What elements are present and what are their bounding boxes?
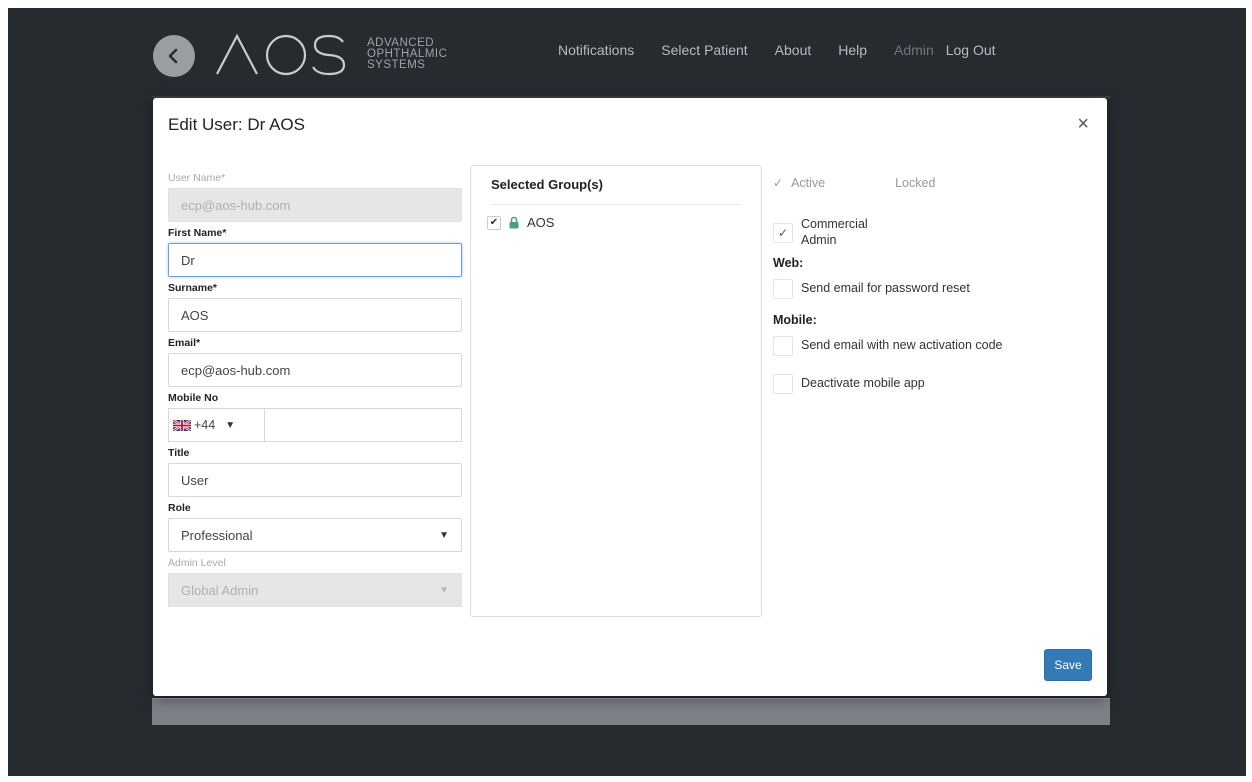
- admin-level-value: Global Admin: [181, 582, 259, 598]
- backdrop-panel: [152, 698, 1110, 725]
- first-name-field[interactable]: Dr: [168, 243, 462, 277]
- chevron-down-icon: ▼: [225, 419, 236, 431]
- chevron-down-icon: ▼: [439, 584, 449, 596]
- nav-notifications[interactable]: Notifications: [558, 42, 634, 58]
- first-name-label: First Name*: [168, 227, 227, 239]
- mobile-heading: Mobile:: [773, 313, 817, 327]
- logo-tagline: ADVANCED OPHTHALMIC SYSTEMS: [367, 36, 448, 71]
- role-value: Professional: [181, 527, 253, 543]
- status-row: ✓ Active Locked: [773, 176, 1093, 190]
- role-select[interactable]: Professional ▼: [168, 518, 462, 552]
- mobile-deactivate-label: Deactivate mobile app: [801, 376, 925, 390]
- surname-field[interactable]: AOS: [168, 298, 462, 332]
- active-checkbox[interactable]: ✓: [773, 176, 783, 190]
- role-label: Role: [168, 502, 191, 514]
- user-status-panel: ✓ Active Locked ✓ Commercial Admin Web: …: [773, 176, 1093, 394]
- nav-help[interactable]: Help: [838, 42, 867, 58]
- admin-level-select: Global Admin ▼: [168, 573, 462, 607]
- nav-admin[interactable]: Admin: [894, 42, 934, 58]
- username-label: User Name*: [168, 172, 226, 184]
- username-field: ecp@aos-hub.com: [168, 188, 462, 222]
- nav-select-patient[interactable]: Select Patient: [661, 42, 747, 58]
- close-icon[interactable]: ×: [1077, 114, 1089, 134]
- groups-heading: Selected Group(s): [491, 166, 741, 205]
- group-item[interactable]: ✔ AOS: [487, 215, 761, 230]
- group-checkbox[interactable]: ✔: [487, 215, 501, 230]
- user-details-form: User Name* ecp@aos-hub.com First Name* D…: [168, 170, 462, 610]
- nav-log-out[interactable]: Log Out: [946, 42, 996, 58]
- back-button[interactable]: [153, 35, 195, 77]
- chevron-left-icon: [168, 48, 178, 64]
- aos-logo: ADVANCED OPHTHALMIC SYSTEMS: [213, 26, 447, 82]
- chevron-down-icon: ▼: [439, 529, 449, 541]
- web-reset-option[interactable]: Send email for password reset: [773, 279, 1093, 299]
- mobile-activation-option[interactable]: Send email with new activation code: [773, 336, 1093, 356]
- locked-label[interactable]: Locked: [895, 176, 935, 190]
- mobile-number-input: +44 ▼: [168, 408, 462, 442]
- logo-tagline-line: SYSTEMS: [367, 58, 426, 71]
- web-reset-label: Send email for password reset: [801, 281, 970, 295]
- mobile-activation-checkbox[interactable]: [773, 336, 793, 356]
- surname-label: Surname*: [168, 282, 218, 294]
- commercial-admin-checkbox[interactable]: ✓: [773, 223, 793, 243]
- lock-icon: [509, 216, 519, 229]
- active-label: Active: [791, 176, 826, 190]
- web-heading: Web:: [773, 256, 804, 270]
- modal-title: Edit User: Dr AOS: [168, 115, 305, 134]
- mobile-number-field[interactable]: [264, 408, 462, 442]
- title-label: Title: [168, 447, 190, 459]
- web-reset-checkbox[interactable]: [773, 279, 793, 299]
- mobile-label: Mobile No: [168, 392, 219, 404]
- mobile-deactivate-checkbox[interactable]: [773, 374, 793, 394]
- group-label: AOS: [527, 215, 555, 230]
- email-label: Email*: [168, 337, 201, 349]
- commercial-admin-option[interactable]: ✓ Commercial Admin: [773, 216, 1093, 248]
- country-code-value: +44: [194, 418, 216, 432]
- uk-flag-icon: [173, 419, 191, 431]
- country-code-select[interactable]: +44 ▼: [168, 408, 264, 442]
- commercial-admin-label: Commercial Admin: [801, 217, 868, 247]
- mobile-deactivate-option[interactable]: Deactivate mobile app: [773, 374, 1093, 394]
- save-button[interactable]: Save: [1044, 649, 1092, 681]
- selected-groups-panel: Selected Group(s) ✔ AOS: [470, 165, 762, 617]
- aos-logo-mark: [216, 33, 346, 76]
- nav-about[interactable]: About: [775, 42, 812, 58]
- email-field[interactable]: ecp@aos-hub.com: [168, 353, 462, 387]
- logo-tagline-line: ADVANCED: [367, 36, 435, 49]
- admin-level-label: Admin Level: [168, 557, 226, 569]
- mobile-activation-label: Send email with new activation code: [801, 338, 1003, 352]
- logo-tagline-line: OPHTHALMIC: [367, 47, 448, 60]
- edit-user-modal: Edit User: Dr AOS × User Name* ecp@aos-h…: [153, 98, 1107, 696]
- title-field[interactable]: User: [168, 463, 462, 497]
- top-navigation: Notifications Select Patient About Help …: [558, 42, 996, 58]
